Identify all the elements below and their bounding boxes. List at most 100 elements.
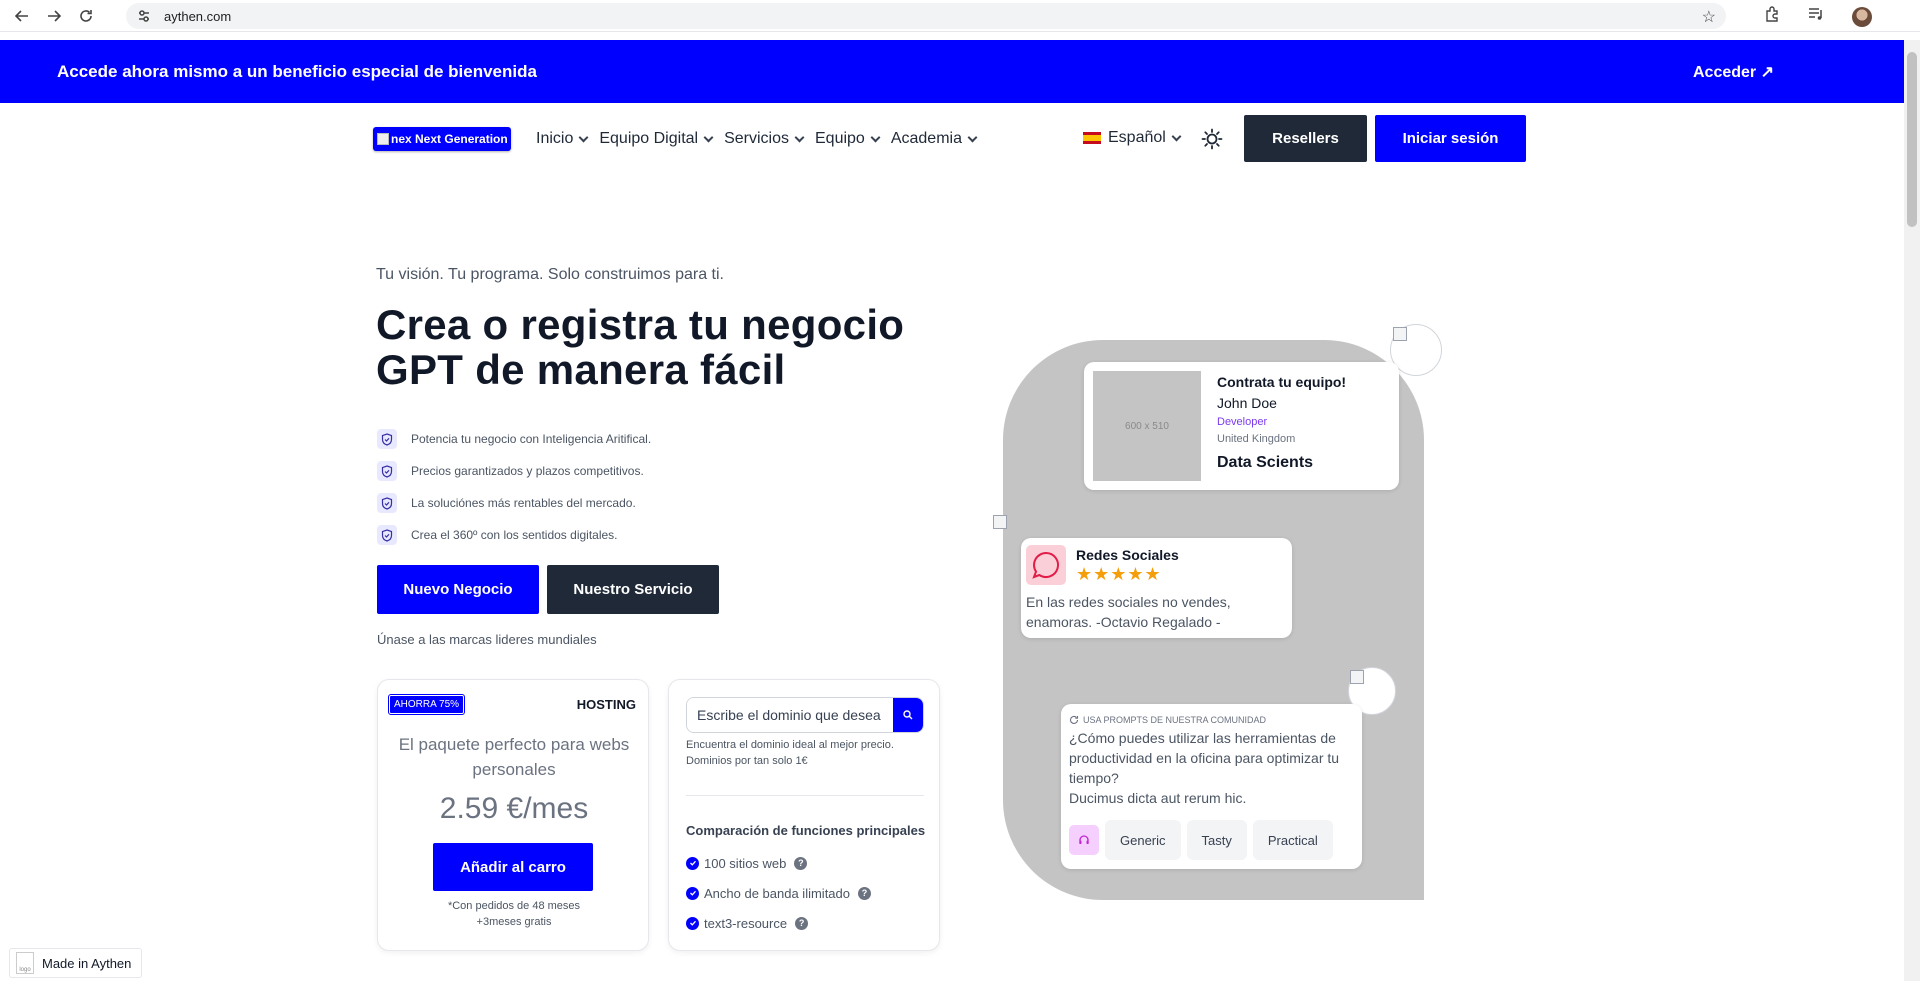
team-card: 600 x 510 Contrata tu equipo! John Doe D… (1084, 362, 1399, 490)
browser-toolbar: aythen.com ☆ (0, 0, 1920, 32)
divider (686, 795, 924, 796)
chevron-down-icon (967, 132, 978, 142)
team-card-title: Contrata tu equipo! (1217, 374, 1347, 390)
feature-text: Precios garantizados y plazos competitiv… (411, 464, 644, 478)
url-text: aythen.com (164, 8, 232, 24)
spain-flag-icon (1083, 132, 1101, 144)
chevron-down-icon (1171, 131, 1182, 141)
shield-check-icon (377, 493, 397, 513)
browser-actions (1764, 6, 1872, 27)
promo-access-link[interactable]: Acceder ↗ (1693, 62, 1774, 82)
reload-icon[interactable] (78, 8, 94, 24)
nav-item-inicio[interactable]: Inicio (536, 130, 589, 148)
our-service-button[interactable]: Nuestro Servicio (547, 565, 719, 614)
nav-item-equipo-digital[interactable]: Equipo Digital (599, 130, 714, 148)
new-business-button[interactable]: Nuevo Negocio (377, 565, 539, 614)
broken-image-icon (1350, 670, 1364, 684)
list-item: Precios garantizados y plazos competitiv… (377, 455, 651, 487)
domain-hint-line: Encuentra el dominio ideal al mejor prec… (686, 739, 894, 751)
team-member-field: Data Scients (1217, 454, 1314, 471)
social-quote: En las redes sociales no vendes, enamora… (1026, 594, 1231, 630)
help-icon[interactable]: ? (795, 916, 809, 930)
nav-item-label: Inicio (536, 130, 574, 147)
site-info-icon[interactable] (136, 8, 152, 24)
prompt-tags: Generic Tasty Practical (1069, 820, 1333, 860)
feature-text: Crea el 360º con los sentidos digitales. (411, 528, 618, 542)
nav-item-equipo[interactable]: Equipo (815, 130, 881, 148)
feature-text: La soluciónes más rentables del mercado. (411, 496, 636, 510)
logo-image: logo (16, 952, 34, 974)
prompt-label-text: USA PROMPTS DE NUESTRA COMUNIDAD (1083, 715, 1267, 725)
help-icon[interactable]: ? (858, 886, 871, 900)
theme-toggle-sun-icon[interactable] (1201, 128, 1223, 150)
extensions-icon[interactable] (1764, 6, 1780, 27)
headset-icon (1069, 825, 1099, 855)
discount-badge: AHORRA 75% (387, 694, 466, 715)
list-item: Crea el 360º con los sentidos digitales. (377, 519, 651, 551)
tag-practical[interactable]: Practical (1252, 820, 1333, 860)
chevron-down-icon (794, 132, 805, 142)
domain-hint: Encuentra el dominio ideal al mejor prec… (686, 737, 894, 769)
scrollbar-thumb[interactable] (1907, 52, 1917, 227)
shield-check-icon (377, 429, 397, 449)
nav-item-academia[interactable]: Academia (890, 130, 978, 148)
site-logo[interactable]: nex Next Generation (373, 127, 511, 151)
page-scrollbar[interactable] (1904, 40, 1920, 981)
compare-feature-text: Ancho de banda ilimitado (704, 885, 850, 901)
rating-stars: ★★★★★ (1076, 564, 1162, 584)
domain-search-button[interactable] (893, 698, 923, 732)
prompt-question: ¿Cómo puedes utilizar las herramientas d… (1069, 730, 1340, 786)
promo-banner: Accede ahora mismo a un beneficio especi… (0, 40, 1904, 103)
shield-check-icon (377, 525, 397, 545)
broken-image-icon (993, 515, 1007, 529)
refresh-icon (1070, 715, 1079, 724)
domain-search-input[interactable] (687, 698, 893, 732)
tag-generic[interactable]: Generic (1105, 820, 1181, 860)
prompt-label: USA PROMPTS DE NUESTRA COMUNIDAD (1069, 715, 1266, 725)
team-member-name: John Doe (1217, 395, 1277, 411)
broken-image-icon (1393, 327, 1407, 341)
profile-avatar[interactable] (1852, 6, 1872, 27)
forward-icon[interactable] (46, 8, 62, 24)
resellers-button[interactable]: Resellers (1244, 115, 1367, 162)
made-in-badge[interactable]: logo Made in Aythen (9, 948, 142, 978)
list-item: Ancho de banda ilimitado ? (686, 878, 871, 908)
logo-text: nex Next Generation (391, 132, 508, 146)
back-icon[interactable] (14, 8, 30, 24)
broken-image-icon (377, 133, 389, 145)
list-item: 100 sitios web ? (686, 848, 871, 878)
shield-check-icon (377, 461, 397, 481)
list-item: Potencia tu negocio con Inteligencia Ari… (377, 423, 651, 455)
social-card-title: Redes Sociales (1076, 547, 1179, 563)
add-to-cart-button[interactable]: Añadir al carro (433, 843, 593, 891)
media-control-icon[interactable] (1808, 6, 1824, 27)
list-item: text3-resource ? (686, 908, 871, 938)
hosting-note: *Con pedidos de 48 meses +3meses gratis (378, 898, 650, 930)
nav-item-servicios[interactable]: Servicios (724, 130, 805, 148)
hosting-card: AHORRA 75% HOSTING El paquete perfecto p… (377, 679, 649, 951)
hosting-note-line: *Con pedidos de 48 meses (447, 900, 581, 912)
nav-item-label: Equipo (815, 130, 865, 147)
nav-item-label: Equipo Digital (599, 130, 699, 147)
prompt-answer: Ducimus dicta aut rerum hic. (1069, 790, 1247, 806)
compare-list: 100 sitios web ? Ancho de banda ilimitad… (686, 848, 871, 938)
language-label: Español (1108, 129, 1166, 146)
prompt-text: ¿Cómo puedes utilizar las herramientas d… (1069, 728, 1359, 808)
hosting-label: HOSTING (576, 697, 636, 712)
check-circle-icon (686, 886, 699, 900)
main-nav: Inicio Equipo Digital Servicios Equipo A… (536, 130, 978, 148)
search-icon (903, 710, 913, 720)
chevron-down-icon (703, 132, 714, 142)
bookmark-star-icon[interactable]: ☆ (1702, 7, 1716, 27)
login-button[interactable]: Iniciar sesión (1375, 115, 1526, 162)
domain-hint-line: Dominios por tan solo 1€ (686, 755, 808, 767)
tag-tasty[interactable]: Tasty (1186, 820, 1247, 860)
feature-list: Potencia tu negocio con Inteligencia Ari… (377, 423, 651, 551)
address-bar[interactable]: aythen.com ☆ (126, 3, 1726, 29)
team-member-country: United Kingdom (1217, 433, 1296, 445)
compare-title: Comparación de funciones principales (686, 823, 926, 838)
nav-item-label: Academia (890, 130, 962, 147)
help-icon[interactable]: ? (794, 856, 808, 870)
prompt-card: USA PROMPTS DE NUESTRA COMUNIDAD ¿Cómo p… (1061, 704, 1362, 869)
language-selector[interactable]: Español (1083, 129, 1182, 147)
